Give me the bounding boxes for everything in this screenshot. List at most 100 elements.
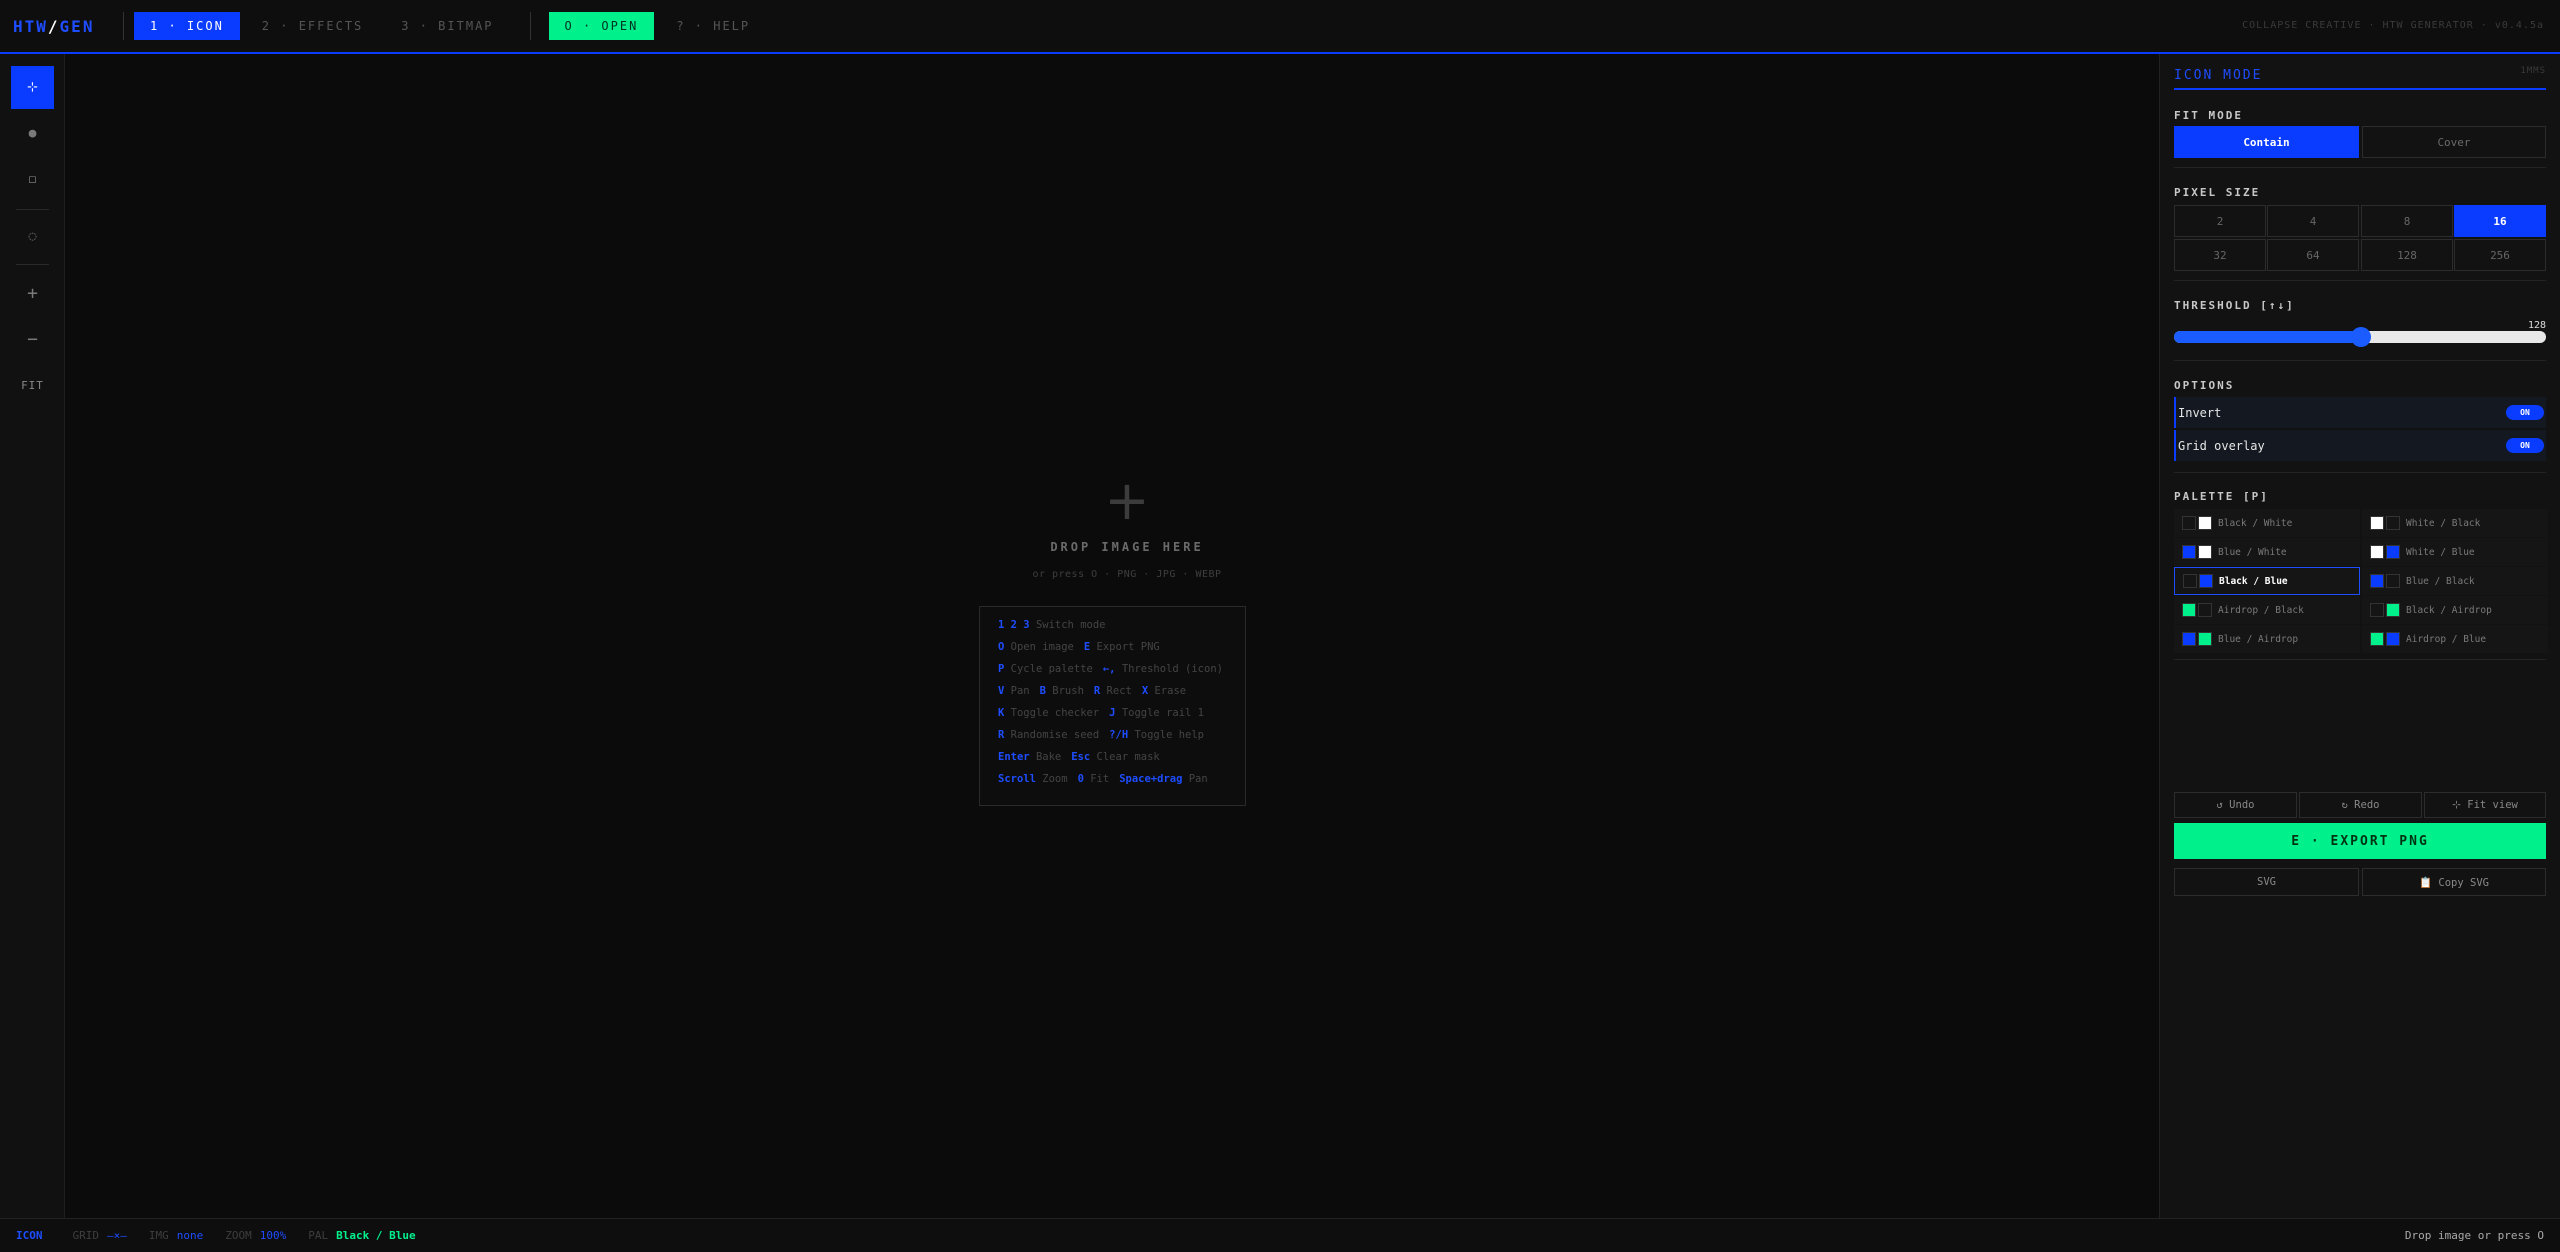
slider-thumb[interactable] [2350,327,2371,347]
shortcut-row: Enter Bake Esc Clear mask [998,751,1245,773]
palette-swatch [2386,574,2400,588]
select-tool-icon[interactable]: ⊹ [11,66,54,109]
tab-bitmap[interactable]: 3 · BITMAP [385,12,509,40]
logo-slash: / [47,16,60,36]
open-button[interactable]: O · OPEN [548,12,655,40]
threshold-slider[interactable] [2174,327,2546,347]
shortcut-desc: Switch mode [1035,619,1106,631]
tab-effects[interactable]: 2 · EFFECTS [246,12,379,40]
shortcut-desc: Randomise seed [1010,729,1100,741]
shortcut-row: Scroll Zoom 0 Fit Space+drag Pan [998,773,1245,795]
status-grid-label: GRID [72,1229,100,1242]
palette-option[interactable]: White / Black [2362,509,2548,537]
shortcut-row: P Cycle palette ←, Threshold (icon) [998,663,1245,685]
redo-button[interactable]: ↻ Redo [2299,792,2422,818]
shortcut-desc: Cycle palette [1010,663,1093,675]
shortcut-help-box: 1 2 3 Switch mode O Open image E Export PN… [979,606,1246,806]
palette-label: Airdrop / Black [2218,604,2304,616]
pixel-size-option[interactable]: 128 [2361,239,2453,271]
app-logo: HTW/GEN [13,17,109,36]
palette-swatch [2370,603,2384,617]
pixel-size-option[interactable]: 8 [2361,205,2453,237]
shortcut-desc: Threshold (icon) [1121,663,1223,675]
shortcut-key: ?/H [1109,729,1129,741]
shortcut-desc: Fit [1090,773,1110,785]
shortcut-item: Space+drag Pan [1119,773,1208,785]
shortcut-item: X Erase [1142,685,1186,697]
palette-option[interactable]: Black / Airdrop [2362,596,2548,624]
panel-hint: 1MMS [2520,66,2546,76]
tab-help[interactable]: ? · HELP [660,12,766,40]
brush-tool-icon[interactable]: ● [11,112,54,155]
status-mode: ICON [16,1229,43,1242]
tool-sidebar: ⊹ ● ◻ ◌ + − FIT [0,54,65,1218]
options-label: OPTIONS [2174,379,2235,392]
shortcut-item: Enter Bake [998,751,1061,763]
palette-option[interactable]: Airdrop / Blue [2362,625,2548,653]
palette-option[interactable]: Airdrop / Black [2174,596,2360,624]
palette-swatch [2370,516,2384,530]
canvas-drop-zone[interactable]: + DROP IMAGE HERE or press O · PNG · JPG… [65,54,2159,1218]
shortcut-key: 0 [1077,773,1084,785]
pixel-size-option[interactable]: 256 [2454,239,2546,271]
palette-option[interactable]: Black / Blue [2174,567,2360,595]
shortcut-key: V [998,685,1005,697]
palette-label: Blue / Black [2406,575,2475,587]
fit-cover-button[interactable]: Cover [2362,126,2546,158]
section-divider [2174,280,2546,281]
shortcut-item: V Pan [998,685,1030,697]
palette-swatch [2386,632,2400,646]
pixel-size-option[interactable]: 4 [2267,205,2359,237]
copy-svg-button[interactable]: 📋 Copy SVG [2362,868,2546,896]
invert-toggle[interactable]: ON [2506,405,2544,420]
erase-tool-icon[interactable]: ◌ [11,215,54,258]
palette-swatch [2386,545,2400,559]
shortcut-desc: Rect [1106,685,1132,697]
grid-overlay-toggle[interactable]: ON [2506,438,2544,453]
export-png-button[interactable]: E · EXPORT PNG [2174,823,2546,859]
pixel-size-option[interactable]: 64 [2267,239,2359,271]
shortcut-key: Enter [998,751,1030,763]
pixel-size-option[interactable]: 32 [2174,239,2266,271]
palette-swatch [2198,545,2212,559]
shortcut-row: O Open image E Export PNG [998,641,1245,663]
pixel-size-option-selected[interactable]: 16 [2454,205,2546,237]
status-bar: ICON GRID —×— IMG none ZOOM 100% PAL Bla… [0,1218,2560,1252]
svg-button[interactable]: SVG [2174,868,2359,896]
status-grid-value: —×— [107,1229,127,1242]
zoom-out-icon[interactable]: − [11,318,54,361]
shortcut-key: O [998,641,1005,653]
status-zoom-value: 100% [259,1229,287,1242]
fit-view-button[interactable]: ⊹ Fit view [2424,792,2546,818]
fit-contain-button[interactable]: Contain [2174,126,2359,158]
shortcut-key: R [998,729,1005,741]
shortcut-item: Esc Clear mask [1071,751,1160,763]
palette-option[interactable]: Blue / Black [2362,567,2548,595]
option-label: Grid overlay [2178,438,2265,453]
option-grid-overlay[interactable]: Grid overlay ON [2174,430,2546,461]
option-invert[interactable]: Invert ON [2174,397,2546,428]
undo-button[interactable]: ↺ Undo [2174,792,2297,818]
palette-option[interactable]: White / Blue [2362,538,2548,566]
shortcut-key: Space+drag [1119,773,1183,785]
status-zoom-label: ZOOM [225,1229,252,1242]
shortcut-item: 0 Fit [1078,773,1110,785]
palette-label: Airdrop / Blue [2406,633,2487,645]
option-label: Invert [2178,405,2222,420]
palette-swatch [2198,632,2212,646]
shortcut-desc: Zoom [1042,773,1068,785]
tab-icon[interactable]: 1 · ICON [134,12,240,40]
zoom-in-icon[interactable]: + [11,272,54,315]
drop-subtitle: or press O · PNG · JPG · WEBP [1032,569,1222,580]
palette-option[interactable]: Blue / White [2174,538,2360,566]
pixel-size-label: PIXEL SIZE [2174,186,2261,199]
slider-fill [2174,331,2361,343]
fit-button[interactable]: FIT [11,364,54,407]
shortcut-desc: Brush [1052,685,1084,697]
palette-option[interactable]: Black / White [2174,509,2360,537]
divider [529,12,531,40]
palette-option[interactable]: Blue / Airdrop [2174,625,2360,653]
pixel-size-option[interactable]: 2 [2174,205,2266,237]
rect-tool-icon[interactable]: ◻ [11,158,54,201]
shortcut-item: O Open image [998,641,1074,653]
